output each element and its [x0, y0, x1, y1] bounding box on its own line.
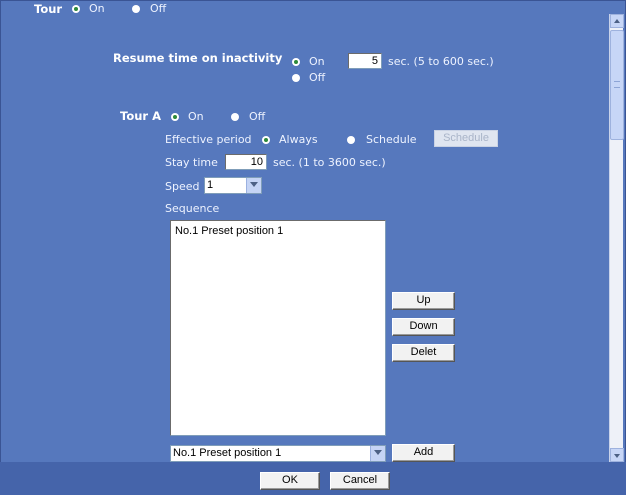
- effective-schedule-label: Schedule: [366, 133, 417, 146]
- tour-off-label: Off: [150, 2, 167, 15]
- scroll-down-icon[interactable]: [610, 448, 624, 462]
- schedule-button[interactable]: Schedule: [434, 130, 498, 147]
- effective-always-label: Always: [279, 133, 318, 146]
- stay-time-input[interactable]: 10: [225, 154, 267, 170]
- resume-label: Resume time on inactivity: [113, 51, 283, 65]
- tour-a-on-radio[interactable]: [171, 113, 179, 121]
- up-button[interactable]: Up: [392, 292, 455, 310]
- sequence-label: Sequence: [165, 202, 220, 215]
- scroll-thumb[interactable]: [610, 30, 624, 140]
- tour-on-label: On: [89, 2, 105, 15]
- sequence-list[interactable]: No.1 Preset position 1: [170, 220, 386, 436]
- tour-on-radio[interactable]: [72, 5, 80, 13]
- chevron-down-icon[interactable]: [370, 446, 385, 461]
- tour-a-off-radio[interactable]: [231, 113, 239, 121]
- preset-select-value: No.1 Preset position 1: [173, 447, 282, 459]
- down-button[interactable]: Down: [392, 318, 455, 336]
- list-item[interactable]: No.1 Preset position 1: [175, 225, 381, 237]
- stay-time-label: Stay time: [165, 156, 218, 169]
- effective-period-label: Effective period: [165, 133, 252, 146]
- vertical-scrollbar[interactable]: [609, 14, 624, 462]
- add-button[interactable]: Add: [392, 444, 455, 462]
- cancel-button[interactable]: Cancel: [330, 472, 390, 490]
- speed-select[interactable]: 1: [204, 177, 262, 194]
- preset-select[interactable]: No.1 Preset position 1: [170, 445, 386, 462]
- speed-select-value: 1: [207, 179, 214, 191]
- effective-always-radio[interactable]: [262, 136, 270, 144]
- tour-label: Tour: [34, 2, 63, 16]
- resume-time-input[interactable]: 5: [348, 53, 382, 69]
- tour-a-label: Tour A: [120, 109, 161, 123]
- stay-time-unit-text: sec. (1 to 3600 sec.): [273, 156, 386, 169]
- resume-unit-text: sec. (5 to 600 sec.): [388, 55, 494, 68]
- speed-label: Speed: [165, 180, 200, 193]
- delete-button[interactable]: Delet: [392, 344, 455, 362]
- effective-schedule-radio[interactable]: [347, 136, 355, 144]
- chevron-down-icon[interactable]: [246, 178, 261, 193]
- scroll-up-icon[interactable]: [610, 14, 624, 28]
- resume-off-radio[interactable]: [292, 74, 300, 82]
- tour-a-off-label: Off: [249, 110, 266, 123]
- tour-off-radio[interactable]: [132, 5, 140, 13]
- resume-on-radio[interactable]: [292, 58, 300, 66]
- resume-off-label: Off: [309, 71, 326, 84]
- tour-a-on-label: On: [188, 110, 204, 123]
- ok-button[interactable]: OK: [260, 472, 320, 490]
- resume-on-label: On: [309, 55, 325, 68]
